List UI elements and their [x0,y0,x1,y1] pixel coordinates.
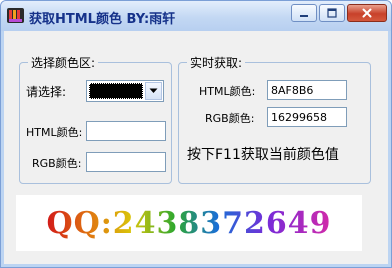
realtime-html-field[interactable] [267,80,347,100]
maximize-icon [327,8,337,18]
rgb-color-field[interactable] [86,152,166,172]
select-group-label: 选择颜色区: [28,54,99,71]
dropdown-button[interactable] [145,82,162,100]
maximize-button[interactable] [319,4,345,22]
realtime-rgb-field[interactable] [267,107,347,127]
html-color-field[interactable] [86,121,166,141]
realtime-html-label: HTML颜色: [199,85,256,98]
selected-color-swatch [89,83,143,99]
chevron-down-icon [149,88,158,93]
qq-number-text: QQ:2438372649 [46,205,332,241]
window-title: 获取HTML颜色 BY:雨轩 [29,12,176,27]
rgb-color-label: RGB颜色: [32,157,82,170]
choose-label: 请选择: [26,85,67,99]
qq-banner: QQ:2438372649 [16,195,362,251]
realtime-rgb-label: RGB颜色: [205,112,255,125]
realtime-group-label: 实时获取: [187,54,246,71]
color-select-dropdown[interactable] [86,80,164,102]
title-bar[interactable]: 获取HTML颜色 BY:雨轩 [1,1,391,31]
close-button[interactable] [347,4,387,22]
f11-hint-text: 按下F11获取当前颜色值 [187,147,339,163]
app-icon [7,8,24,23]
close-icon [362,8,372,18]
app-window: 获取HTML颜色 BY:雨轩 选择颜色区: 请选择: HTML颜色: RGB颜色… [0,0,392,268]
minimize-icon [300,15,308,17]
html-color-label: HTML颜色: [26,126,83,139]
select-color-group: 选择颜色区: 请选择: HTML颜色: RGB颜色: [19,54,172,184]
client-area: 选择颜色区: 请选择: HTML颜色: RGB颜色: 实时获取: HTML颜色:… [4,31,388,264]
realtime-group: 实时获取: HTML颜色: RGB颜色: 按下F11获取当前颜色值 [178,54,371,184]
minimize-button[interactable] [291,4,317,22]
